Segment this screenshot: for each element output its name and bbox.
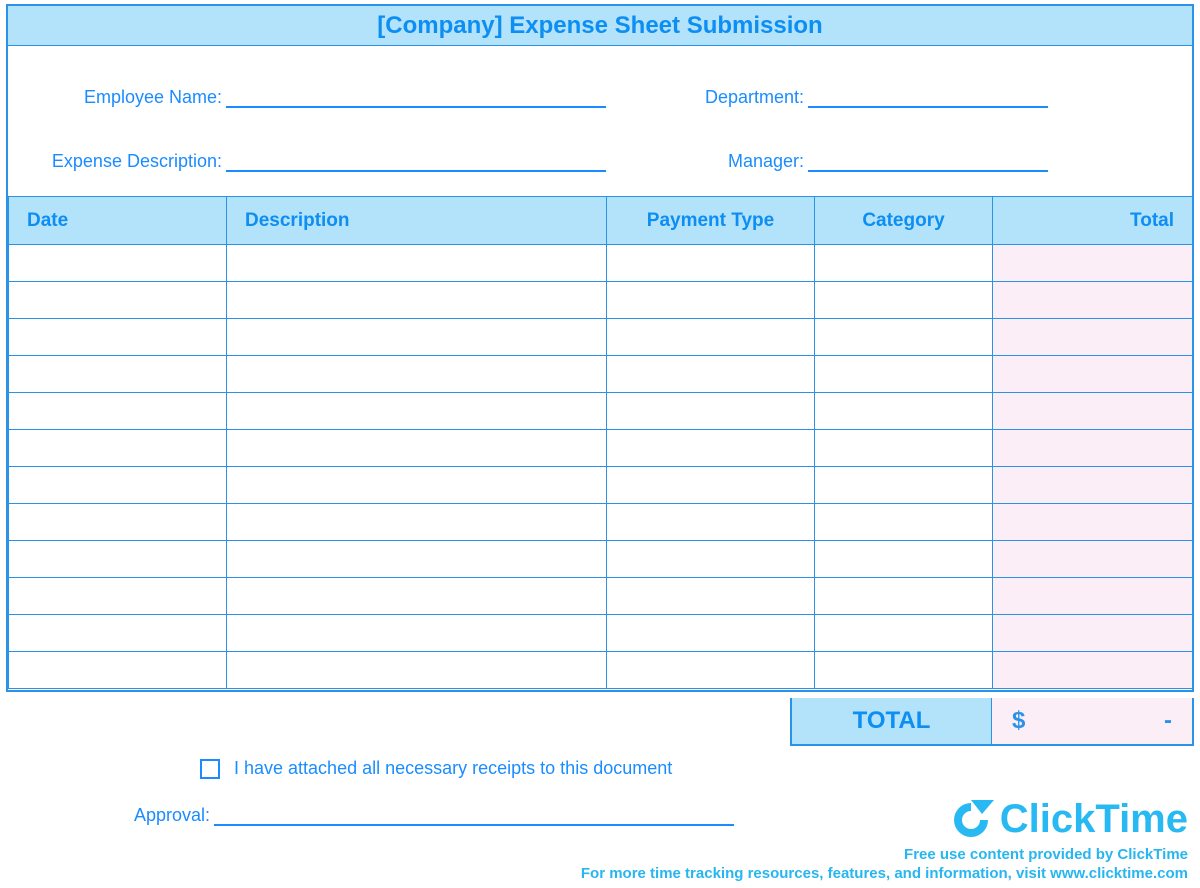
table-row[interactable] <box>9 541 1193 578</box>
expense-table: Date Description Payment Type Category T… <box>8 196 1193 689</box>
table-row[interactable] <box>9 282 1193 319</box>
table-row[interactable] <box>9 319 1193 356</box>
expense-sheet: [Company] Expense Sheet Submission Emplo… <box>6 4 1194 692</box>
page-title: [Company] Expense Sheet Submission <box>8 6 1192 46</box>
header-fields: Employee Name: Department: Expense Descr… <box>8 46 1192 196</box>
expense-description-field[interactable] <box>226 150 606 172</box>
manager-label: Manager: <box>656 151 808 172</box>
col-description: Description <box>227 197 607 245</box>
table-row[interactable] <box>9 615 1193 652</box>
table-row[interactable] <box>9 245 1193 282</box>
grand-total-currency: $ <box>1012 707 1025 735</box>
expense-description-label: Expense Description: <box>30 151 226 172</box>
col-payment-type: Payment Type <box>607 197 815 245</box>
employee-name-field[interactable] <box>226 86 606 108</box>
table-row[interactable] <box>9 430 1193 467</box>
branding-line-1: Free use content provided by ClickTime <box>581 846 1188 863</box>
employee-name-label: Employee Name: <box>48 87 226 108</box>
receipt-checkbox[interactable] <box>200 759 220 779</box>
grand-total-value: $ - <box>992 698 1192 744</box>
grand-total-label: TOTAL <box>792 698 992 744</box>
col-date: Date <box>9 197 227 245</box>
approval-label: Approval: <box>120 805 214 826</box>
manager-field[interactable] <box>808 150 1048 172</box>
clock-icon <box>948 800 994 840</box>
table-row[interactable] <box>9 578 1193 615</box>
grand-total: TOTAL $ - <box>790 698 1194 746</box>
branding-line-2: For more time tracking resources, featur… <box>581 865 1188 882</box>
department-label: Department: <box>656 87 808 108</box>
department-field[interactable] <box>808 86 1048 108</box>
table-row[interactable] <box>9 467 1193 504</box>
table-row[interactable] <box>9 504 1193 541</box>
table-row[interactable] <box>9 652 1193 689</box>
receipt-confirmation-text: I have attached all necessary receipts t… <box>234 758 672 779</box>
col-category: Category <box>815 197 993 245</box>
receipt-confirmation: I have attached all necessary receipts t… <box>200 758 672 779</box>
branding: ClickTime Free use content provided by C… <box>581 797 1188 882</box>
logo-text: ClickTime <box>1000 797 1188 842</box>
table-row[interactable] <box>9 356 1193 393</box>
clicktime-logo: ClickTime <box>581 797 1188 842</box>
table-row[interactable] <box>9 393 1193 430</box>
col-total: Total <box>993 197 1193 245</box>
grand-total-amount: - <box>1164 707 1172 735</box>
